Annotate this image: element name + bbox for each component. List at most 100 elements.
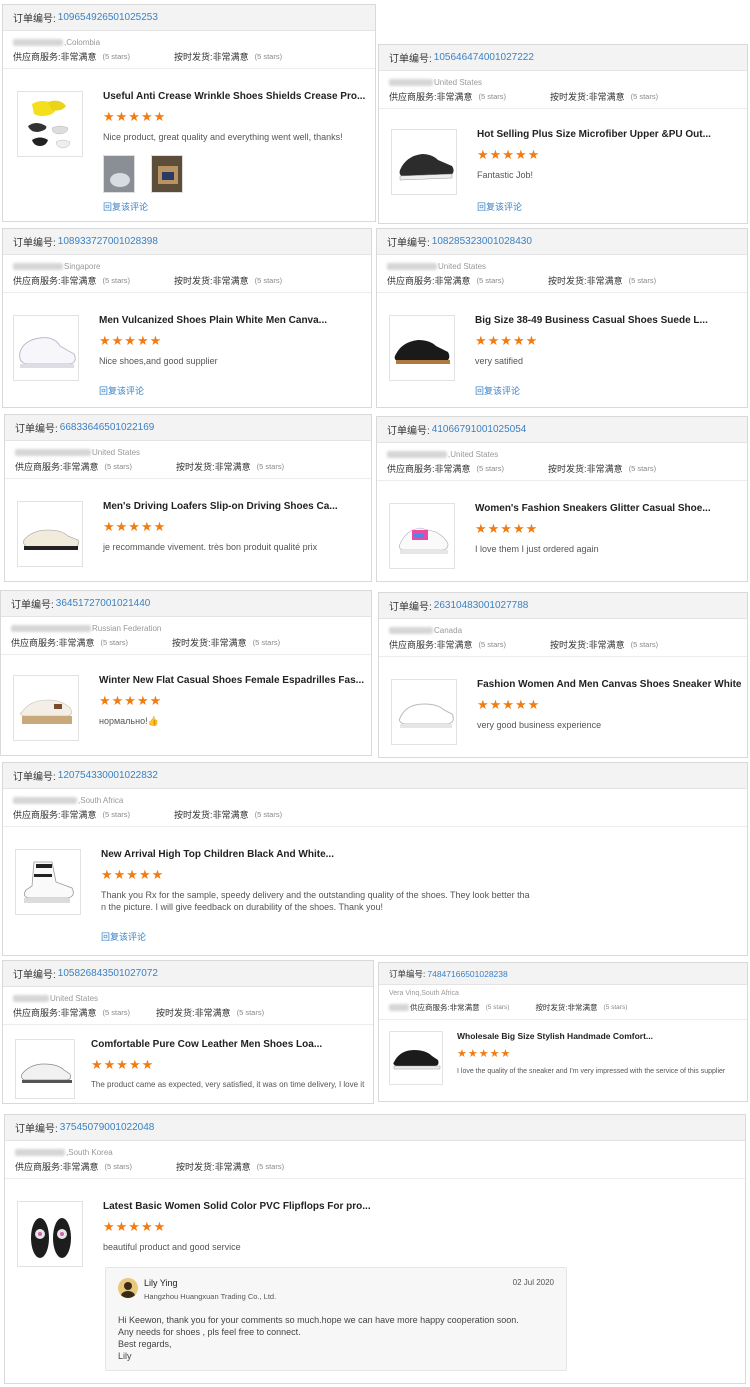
buyer-country: United States [450, 450, 499, 459]
order-number[interactable]: 66833646501022169 [60, 422, 155, 433]
product-thumbnail[interactable] [13, 675, 79, 741]
on-time-stars: (5 stars) [256, 461, 285, 471]
product-title[interactable]: Men Vulcanized Shoes Plain White Men Can… [99, 315, 367, 326]
buyer-info: Singapore [3, 255, 371, 272]
on-time-value: 非常满意 [212, 275, 249, 286]
review-card: 订单编号: 36451727001021440 Russian Federatio… [0, 590, 372, 756]
rating-stars: ★★★★★ [99, 333, 163, 348]
reply-review-link[interactable]: 回复该评论 [99, 384, 144, 397]
review-photo[interactable] [151, 155, 183, 193]
order-number[interactable]: 26310483001027788 [434, 600, 529, 611]
on-time-value: 非常满意 [586, 275, 623, 286]
service-ratings: 供应商服务: 非常满意 (5 stars) 按时发货: 非常满意 (5 stars) [3, 1004, 373, 1020]
reply-review-link[interactable]: 回复该评论 [103, 200, 148, 213]
product-title[interactable]: Winter New Flat Casual Shoes Female Espa… [99, 675, 367, 686]
buyer-info: Canada [379, 619, 747, 636]
on-time-value: 非常满意 [212, 51, 249, 62]
service-ratings: 供应商服务: 非常满意 (5 stars) 按时发货: 非常满意 (5 stars) [379, 636, 747, 652]
order-number[interactable]: 105826843501027072 [58, 968, 158, 979]
product-thumbnail[interactable] [17, 91, 83, 157]
order-number[interactable]: 41066791001025054 [432, 424, 527, 435]
product-thumbnail[interactable] [17, 501, 83, 567]
review-card: 订单编号: 74847166501028238 Vera Vinq,South A… [378, 962, 748, 1102]
supplier-company: Hangzhou Huangxuan Trading Co., Ltd. [144, 1292, 277, 1301]
buyer-name-blurred [11, 625, 91, 633]
buyer-name-blurred [15, 449, 91, 457]
rating-stars: ★★★★★ [477, 147, 541, 162]
product-thumbnail[interactable] [389, 315, 455, 381]
rating-stars: ★★★★★ [475, 521, 539, 536]
reply-line: Any needs for shoes , pls feel free to c… [118, 1327, 301, 1337]
product-title[interactable]: Useful Anti Crease Wrinkle Shoes Shields… [103, 91, 371, 102]
order-label: 订单编号: [15, 1124, 58, 1135]
supplier-service-stars: (5 stars) [102, 809, 131, 819]
on-time-value: 非常满意 [588, 639, 625, 650]
rating-stars: ★★★★★ [99, 693, 163, 708]
product-thumbnail[interactable] [15, 1039, 75, 1099]
service-ratings: 供应商服务: 非常满意 (5 stars) 按时发货: 非常满意 (5 stars) [5, 458, 371, 474]
reply-review-link[interactable]: 回复该评论 [101, 930, 146, 943]
review-photo[interactable] [103, 155, 135, 193]
supplier-service-value: 非常满意 [58, 637, 95, 648]
buyer-info: Vera Vinq,South Africa [389, 990, 459, 997]
product-title[interactable]: Men's Driving Loafers Slip-on Driving Sh… [103, 501, 367, 512]
product-title[interactable]: Big Size 38-49 Business Casual Shoes Sue… [475, 315, 743, 326]
order-number[interactable]: 74847166501028238 [427, 969, 507, 979]
supplier-service-label: 供应商服务: [389, 639, 437, 650]
on-time-value: 非常满意 [214, 461, 251, 472]
supplier-name: Lily Ying [144, 1278, 178, 1288]
review-content: Comfortable Pure Cow Leather Men Shoes L… [91, 1039, 373, 1091]
order-header: 订单编号: 36451727001021440 [1, 591, 371, 617]
review-content: Big Size 38-49 Business Casual Shoes Sue… [475, 315, 743, 367]
order-label: 订单编号: [387, 238, 430, 249]
product-title[interactable]: Women's Fashion Sneakers Glitter Casual … [475, 503, 743, 514]
service-ratings: 供应商服务: 非常满意 (5 stars) 按时发货: 非常满意 (5 stars) [5, 1158, 745, 1174]
review-card: 订单编号: 109654926501025253 ,Colombia 供应商服务:… [2, 4, 376, 222]
product-title[interactable]: Comfortable Pure Cow Leather Men Shoes L… [91, 1039, 373, 1050]
review-comment: je recommande vivement. très bon produit… [103, 542, 318, 552]
rating-stars: ★★★★★ [103, 1219, 167, 1234]
buyer-country: South Africa [421, 990, 459, 997]
on-time-value: 非常满意 [588, 91, 625, 102]
supplier-service-label: 供应商服务: [13, 275, 61, 286]
product-title[interactable]: Wholesale Big Size Stylish Handmade Comf… [457, 1031, 745, 1041]
product-thumbnail[interactable] [389, 503, 455, 569]
product-thumbnail[interactable] [391, 679, 457, 745]
supplier-service-value: 非常满意 [62, 1161, 99, 1172]
reply-review-link[interactable]: 回复该评论 [477, 200, 522, 213]
product-title[interactable]: Latest Basic Women Solid Color PVC Flipf… [103, 1201, 739, 1212]
order-label: 订单编号: [13, 772, 56, 783]
supplier-service-label: 供应商服务: [11, 637, 59, 648]
order-number[interactable]: 37545079001022048 [60, 1122, 155, 1133]
product-title[interactable]: Fashion Women And Men Canvas Shoes Sneak… [477, 679, 743, 690]
buyer-info: ,United States [377, 443, 747, 460]
product-thumbnail[interactable] [17, 1201, 83, 1267]
service-ratings: 供应商服务: 非常满意 (5 stars) 按时发货: 非常满意 (5 stars) [3, 272, 371, 288]
supplier-service-value: 非常满意 [60, 809, 97, 820]
order-number[interactable]: 36451727001021440 [56, 598, 151, 609]
order-number[interactable]: 120754330001022832 [58, 770, 158, 781]
supplier-service-stars: (5 stars) [102, 51, 131, 61]
product-title[interactable]: Hot Selling Plus Size Microfiber Upper &… [477, 129, 743, 140]
order-label: 订单编号: [13, 238, 56, 249]
buyer-info: United States [377, 255, 747, 272]
order-number[interactable]: 109654926501025253 [58, 12, 158, 23]
order-number[interactable]: 108285323001028430 [432, 236, 532, 247]
review-comment: Fantastic Job! [477, 170, 534, 180]
order-number[interactable]: 108933727001028398 [58, 236, 158, 247]
product-thumbnail[interactable] [389, 1031, 443, 1085]
order-number[interactable]: 105646474001027222 [434, 52, 534, 63]
product-title[interactable]: New Arrival High Top Children Black And … [101, 849, 741, 860]
product-thumbnail[interactable] [15, 849, 81, 915]
order-header: 订单编号: 108933727001028398 [3, 229, 371, 255]
supplier-service-stars: (5 stars) [476, 275, 505, 285]
supplier-service-stars: (5 stars) [102, 275, 131, 285]
reply-review-link[interactable]: 回复该评论 [475, 384, 520, 397]
service-ratings: 供应商服务: 非常满意 (5 stars) 按时发货: 非常满意 (5 stars) [379, 88, 747, 104]
product-thumbnail[interactable] [13, 315, 79, 381]
buyer-country: United States [50, 994, 99, 1003]
on-time-label: 按时发货: [174, 809, 213, 820]
product-thumbnail[interactable] [391, 129, 457, 195]
supplier-service-label: 供应商服务: [387, 463, 435, 474]
review-comment: beautiful product and good service [103, 1242, 241, 1252]
